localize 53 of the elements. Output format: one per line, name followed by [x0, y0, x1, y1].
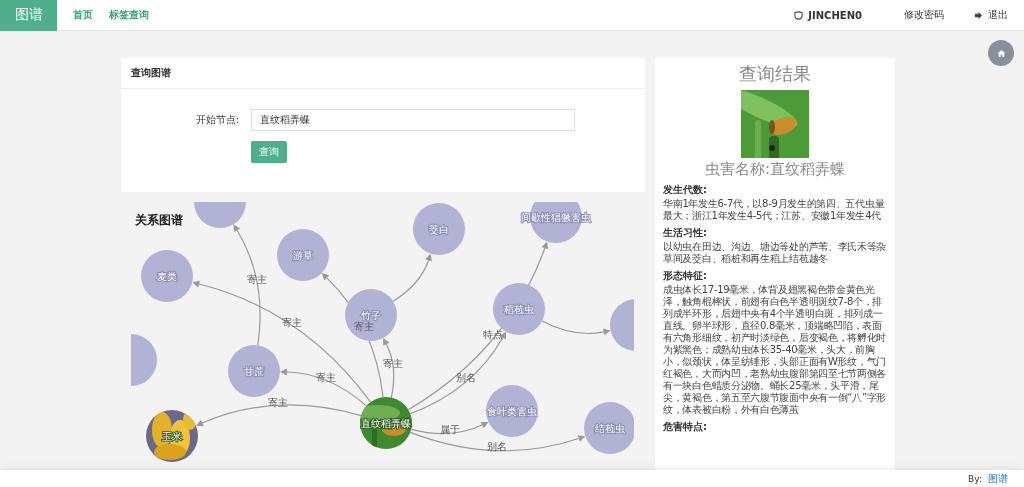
node-label: 玉米: [162, 431, 182, 442]
logout-icon: [974, 10, 983, 20]
user-link[interactable]: JINCHEN0: [808, 9, 862, 21]
home-button[interactable]: [988, 40, 1014, 66]
section-heading: 形态特征:: [663, 269, 708, 282]
graph-node[interactable]: [141, 250, 193, 302]
node-label: 食叶类害虫: [487, 406, 537, 417]
graph-node[interactable]: [610, 299, 634, 351]
node-label: 麦类: [157, 271, 177, 282]
section-text: 以幼虫在田边、沟边、塘边等处的芦苇、李氏禾等杂草间及茭白、稻桩和再生稻上结苞越冬: [663, 241, 887, 265]
graph-node[interactable]: [277, 229, 329, 281]
start-node-field[interactable]: 直纹稻弄蝶: [251, 109, 575, 131]
graph-node[interactable]: [194, 202, 246, 228]
pest-name: 虫害名称:直纹稻弄蝶: [703, 160, 847, 179]
card-title: 查询图谱: [121, 58, 645, 89]
node-label: 甘蔗: [244, 366, 264, 377]
node-label: 游草: [293, 250, 313, 261]
user-icon: [794, 10, 804, 20]
graph-node[interactable]: [228, 345, 280, 397]
node-label: 竹子: [361, 310, 381, 321]
node-label: 结苞虫: [595, 423, 625, 434]
nav-link[interactable]: 首页: [73, 8, 93, 22]
graph-node[interactable]: [486, 385, 538, 437]
edge-label: 属于: [440, 423, 461, 435]
graph-node[interactable]: [584, 402, 634, 454]
edge-label: 别名: [455, 372, 476, 384]
footer-text: By:: [968, 473, 982, 484]
edge-label: 寄主: [246, 273, 267, 285]
logout-link[interactable]: 退出: [988, 8, 1008, 22]
section-text: 华南1年发生6-7代，以8-9月发生的第四、五代虫量最大；浙江1年发生4-5代；江苏、安徽1年发生4代: [663, 198, 886, 222]
node-label: 间歇性猖獗害虫: [521, 212, 591, 223]
graph-node[interactable]: [131, 334, 157, 386]
section-heading: 发生代数:: [663, 183, 708, 196]
footer-link[interactable]: 图谱: [988, 471, 1008, 486]
edge-label: 特点: [482, 329, 503, 341]
section-text: 成虫体长17-19毫米，体背及翅黑褐色带金黄色光泽，触角棍棒状，前翅有白色半透明斑纹7-8个，排列成半环形，后翅中央有4个半透明白斑，排列成一直线。卵半球形，直径0.8毫米，顶端略凹陷，表面有六角形细纹，初产时淡绿色，后变褐色，将孵化时为紫黑色；成熟幼虫体长35-40毫米，头大，前胸小，似颈状，体呈纺锤形，头部正面有W形纹，气门红褐色，大而内凹，老熟幼虫腹部第四至七节两侧各有一块白色蜡质分泌物。蛹长25毫米，头平滑，尾尖，黄褐色，第五至六腹节腹面中央有一倒“八”字形纹，体表被白粉，外有白色薄茧: [663, 284, 887, 416]
field-label: 开始节点:: [194, 113, 240, 127]
nav-link[interactable]: 标签查询: [109, 8, 149, 22]
graph-node[interactable]: [345, 289, 397, 341]
change-password-link[interactable]: 修改密码: [904, 8, 944, 22]
edge-label: 寄主: [267, 396, 288, 408]
edge-label: 寄主: [353, 320, 374, 332]
section-heading: 危害特点:: [663, 420, 708, 433]
edge-label: 寄主: [316, 372, 337, 383]
result-title: 查询结果: [738, 62, 812, 86]
home-icon: [996, 48, 1006, 58]
edge-label: 寄主: [282, 317, 303, 329]
node-label: 稻苞虫: [504, 304, 534, 315]
edge-label: 寄主: [382, 358, 403, 370]
graph-node[interactable]: [413, 203, 465, 255]
edge-label: 别名: [487, 441, 508, 453]
graph-title: 关系图谱: [135, 212, 183, 229]
section-heading: 生活习性:: [663, 226, 708, 239]
